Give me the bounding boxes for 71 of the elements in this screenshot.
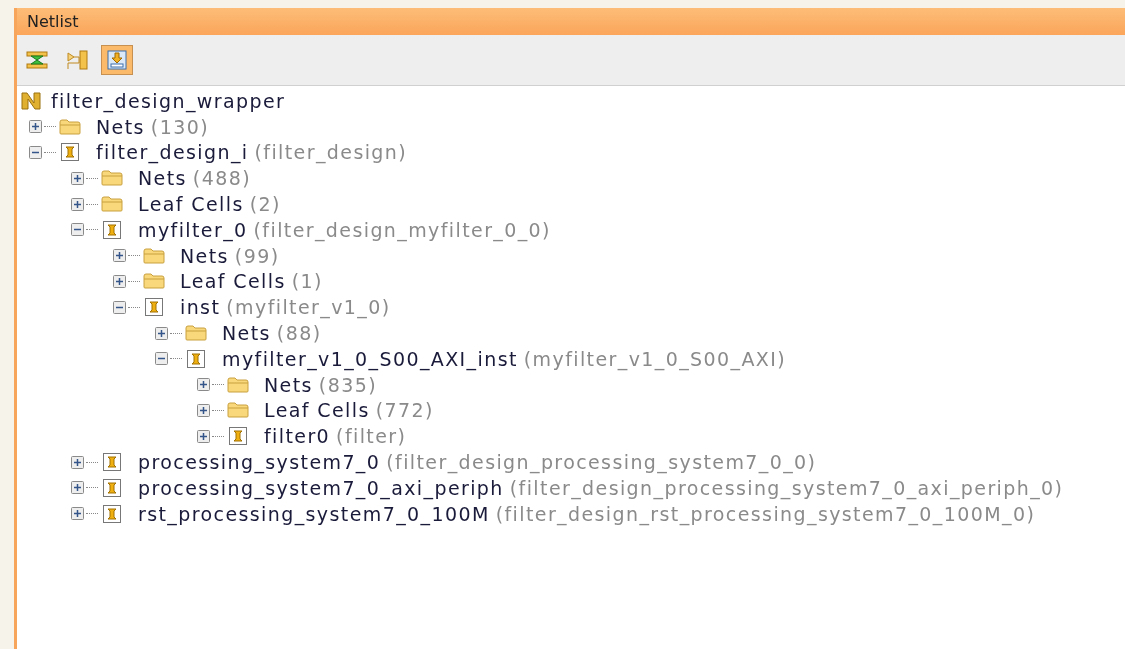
expand-icon[interactable] (197, 429, 210, 443)
node-detail: (filter_design_processing_system7_0_0) (386, 451, 817, 474)
expand-icon[interactable] (71, 455, 84, 469)
expand-icon[interactable] (197, 403, 210, 417)
expand-icon[interactable] (71, 481, 84, 495)
node-label[interactable]: Nets (180, 244, 229, 267)
collapse-icon[interactable] (29, 146, 42, 159)
node-label[interactable]: inst (180, 296, 221, 319)
node-detail: (2) (249, 193, 281, 216)
expand-list-icon (107, 50, 127, 70)
node-label[interactable]: filter0 (264, 425, 331, 448)
node-label[interactable]: rst_processing_system7_0_100M (138, 502, 490, 525)
cell-icon (103, 220, 121, 239)
collapse-icon (26, 51, 48, 69)
node-label[interactable]: Leaf Cells (138, 193, 244, 216)
node-detail: (filter) (336, 425, 407, 448)
node-detail: (99) (234, 244, 280, 267)
node-detail: (filter_design_processing_system7_0_axi_periph_0) (509, 476, 1064, 499)
node-label[interactable]: myfilter_0 (138, 218, 248, 241)
folder-icon (143, 247, 165, 264)
cell-icon (103, 453, 121, 472)
cell-icon (229, 427, 247, 446)
node-label[interactable]: processing_system7_0_axi_periph (138, 476, 504, 499)
netlist-icon (21, 91, 41, 110)
expand-icon[interactable] (197, 378, 210, 392)
collapse-icon[interactable] (71, 223, 84, 237)
folder-icon (185, 325, 207, 342)
node-label[interactable]: Nets (138, 167, 187, 190)
node-detail: (filter_design_rst_processing_system7_0_100M_0) (495, 502, 1036, 525)
node-detail: (filter_design_myfilter_0_0) (253, 218, 551, 241)
node-detail: (filter_design) (254, 141, 408, 164)
cell-icon (103, 504, 121, 523)
node-label[interactable]: Nets (96, 115, 145, 138)
expand-icon[interactable] (113, 249, 126, 263)
schematic-icon (66, 50, 88, 70)
node-label[interactable]: filter_design_i (96, 141, 249, 164)
expand-icon[interactable] (155, 326, 168, 340)
collapse-icon[interactable] (113, 300, 126, 314)
panel-title: Netlist (17, 8, 1125, 35)
node-label[interactable]: Nets (222, 322, 271, 345)
node-detail: (myfilter_v1_0) (226, 296, 391, 319)
autoexpand-button[interactable] (101, 45, 133, 75)
expand-icon[interactable] (71, 171, 84, 185)
node-detail: (130) (150, 115, 209, 138)
node-label[interactable]: Nets (264, 373, 313, 396)
node-detail: (88) (276, 322, 322, 345)
node-detail: (myfilter_v1_0_S00_AXI) (523, 347, 787, 370)
node-label[interactable]: processing_system7_0 (138, 451, 381, 474)
node-detail: (1) (291, 270, 323, 293)
expand-icon[interactable] (71, 507, 84, 521)
node-detail: (488) (192, 167, 251, 190)
node-label[interactable]: filter_design_wrapper (51, 89, 286, 112)
cell-icon (145, 298, 163, 317)
node-label[interactable]: myfilter_v1_0_S00_AXI_inst (222, 347, 518, 370)
expand-icon[interactable] (113, 274, 126, 288)
node-label[interactable]: Leaf Cells (264, 399, 370, 422)
node-detail: (772) (375, 399, 434, 422)
cell-icon (187, 349, 205, 368)
folder-icon (227, 402, 249, 419)
node-label[interactable]: Leaf Cells (180, 270, 286, 293)
folder-icon (101, 170, 123, 187)
node-detail: (835) (318, 373, 377, 396)
folder-icon (101, 196, 123, 213)
folder-icon (143, 273, 165, 290)
collapse-icon[interactable] (155, 352, 168, 366)
cell-icon (61, 143, 79, 162)
expand-icon[interactable] (29, 120, 42, 134)
folder-icon (227, 376, 249, 393)
cell-icon (103, 478, 121, 497)
expand-icon[interactable] (71, 197, 84, 211)
folder-icon (59, 118, 81, 135)
